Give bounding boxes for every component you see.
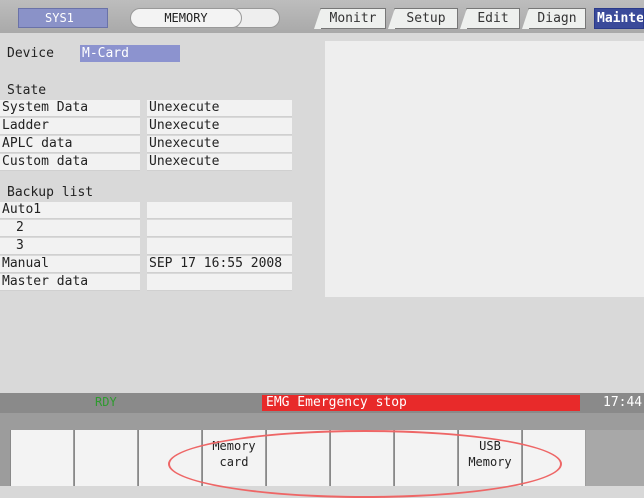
- backup-label-manual[interactable]: Manual: [0, 256, 140, 273]
- memory-card-button[interactable]: Memory card: [202, 430, 265, 486]
- softkey-2[interactable]: [74, 430, 137, 486]
- device-label: Device: [7, 46, 54, 61]
- tab-monitor[interactable]: Monitr: [314, 8, 386, 29]
- softkey-3[interactable]: [138, 430, 201, 486]
- tab-maintenance[interactable]: Mainte: [594, 8, 644, 29]
- tab-setup[interactable]: Setup: [388, 8, 458, 29]
- state-label-ladder: Ladder: [0, 118, 140, 135]
- top-bar: SYS1 MEMORY Monitr Setup Edit Diagn Main…: [0, 0, 644, 33]
- backup-label-auto2[interactable]: 2: [0, 220, 140, 237]
- softkey-7[interactable]: [394, 430, 457, 486]
- state-label-aplc-data: APLC data: [0, 136, 140, 153]
- backup-value-auto2[interactable]: [147, 220, 292, 237]
- tab-edit[interactable]: Edit: [460, 8, 520, 29]
- status-bar: RDY EMG Emergency stop 17:44: [0, 393, 644, 413]
- backup-value-manual[interactable]: SEP 17 16:55 2008: [147, 256, 292, 273]
- emergency-message: EMG Emergency stop: [262, 395, 580, 411]
- softkey-1[interactable]: [10, 430, 73, 486]
- backup-label-auto3[interactable]: 3: [0, 238, 140, 255]
- softkey-9[interactable]: [522, 430, 585, 486]
- softkey-5[interactable]: [266, 430, 329, 486]
- clock: 17:44: [603, 395, 643, 410]
- state-label-custom-data: Custom data: [0, 154, 140, 171]
- backup-value-auto1[interactable]: [147, 202, 292, 219]
- ready-indicator: RDY: [95, 395, 117, 409]
- system-indicator: SYS1: [18, 8, 108, 28]
- softkey-bar: Memory card USB Memory: [0, 413, 644, 486]
- main-panel: Device M-Card State System Data Unexecut…: [0, 33, 644, 393]
- state-value-ladder: Unexecute: [147, 118, 292, 135]
- device-value[interactable]: M-Card: [80, 45, 180, 62]
- state-label-system-data: System Data: [0, 100, 140, 117]
- tab-diagnosis[interactable]: Diagn: [522, 8, 586, 29]
- backup-value-master-data[interactable]: [147, 274, 292, 291]
- mode-indicator: MEMORY: [130, 8, 280, 28]
- backup-label-master-data[interactable]: Master data: [0, 274, 140, 291]
- backup-value-auto3[interactable]: [147, 238, 292, 255]
- state-value-aplc-data: Unexecute: [147, 136, 292, 153]
- state-value-custom-data: Unexecute: [147, 154, 292, 171]
- mode-label: MEMORY: [130, 8, 242, 28]
- backup-label-auto1[interactable]: Auto1: [0, 202, 140, 219]
- state-title: State: [7, 83, 47, 98]
- usb-memory-button[interactable]: USB Memory: [458, 430, 521, 486]
- detail-area: [325, 41, 644, 297]
- softkey-6[interactable]: [330, 430, 393, 486]
- softkey-right-filler: [586, 430, 644, 486]
- backup-title: Backup list: [7, 185, 94, 200]
- state-value-system-data: Unexecute: [147, 100, 292, 117]
